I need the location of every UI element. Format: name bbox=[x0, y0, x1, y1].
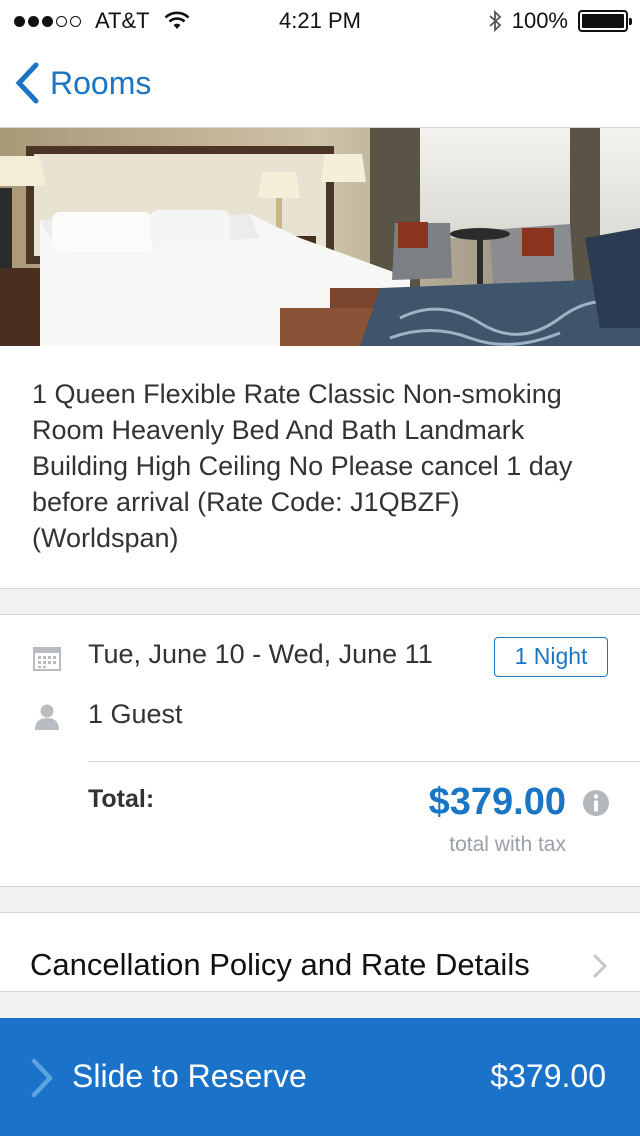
back-button[interactable]: Rooms bbox=[14, 62, 151, 104]
status-bar: AT&T 4:21 PM 100% bbox=[0, 0, 640, 40]
total-amount: $379.00 bbox=[428, 781, 566, 823]
cancellation-policy-label: Cancellation Policy and Rate Details bbox=[30, 947, 530, 982]
guests-row: 1 Guest bbox=[0, 697, 640, 741]
slide-to-reserve-label: Slide to Reserve bbox=[72, 1058, 307, 1094]
battery-percent: 100% bbox=[511, 8, 568, 33]
slide-to-reserve-bar[interactable]: Slide to Reserve $379.00 bbox=[0, 1018, 640, 1136]
room-description: 1 Queen Flexible Rate Classic Non-smokin… bbox=[32, 379, 573, 553]
cancellation-policy-row[interactable]: Cancellation Policy and Rate Details bbox=[0, 912, 640, 992]
person-icon bbox=[35, 704, 59, 730]
bluetooth-icon bbox=[489, 10, 502, 32]
stay-dates: Tue, June 10 - Wed, June 11 bbox=[88, 639, 433, 669]
chevron-right-icon bbox=[593, 954, 608, 978]
stay-details-card: Tue, June 10 - Wed, June 11 1 Night 1 Gu… bbox=[0, 614, 640, 887]
chevron-left-icon bbox=[15, 62, 39, 104]
back-button-label: Rooms bbox=[50, 64, 152, 101]
room-photo-illustration bbox=[0, 128, 640, 346]
total-with-tax-note: total with tax bbox=[449, 833, 566, 856]
battery-icon bbox=[578, 10, 632, 32]
info-icon[interactable] bbox=[582, 789, 610, 817]
reserve-price: $379.00 bbox=[490, 1058, 606, 1094]
nights-badge: 1 Night bbox=[494, 637, 608, 677]
total-label: Total: bbox=[88, 785, 155, 813]
room-description-card: 1 Queen Flexible Rate Classic Non-smokin… bbox=[0, 346, 640, 589]
dates-row: Tue, June 10 - Wed, June 11 1 Night bbox=[0, 635, 640, 679]
slide-chevron-icon[interactable] bbox=[30, 1058, 54, 1098]
divider bbox=[88, 761, 640, 762]
calendar-icon bbox=[33, 647, 61, 671]
battery-fill bbox=[582, 14, 624, 28]
status-right: 100% bbox=[488, 8, 632, 34]
nav-bar: Rooms bbox=[0, 40, 640, 128]
room-photo bbox=[0, 128, 640, 346]
guest-count: 1 Guest bbox=[88, 699, 183, 729]
